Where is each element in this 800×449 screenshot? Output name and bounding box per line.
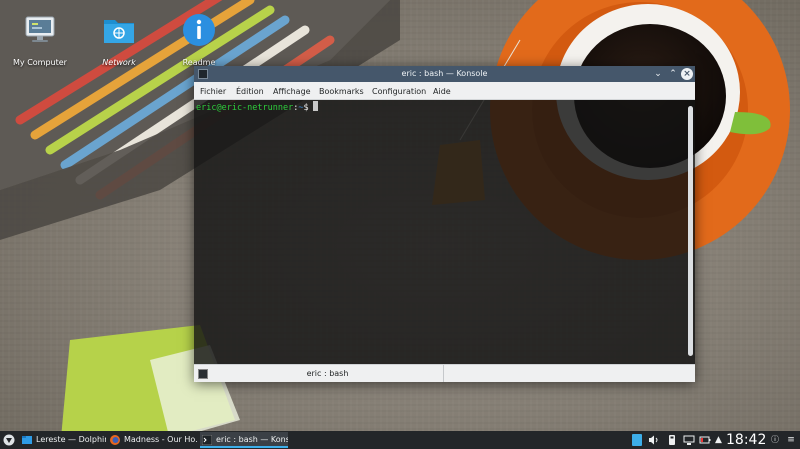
show-hidden-icons-arrow-icon[interactable]: ▲ <box>714 434 723 446</box>
menu-fichier[interactable]: Fichier <box>200 87 226 97</box>
close-button[interactable]: × <box>681 68 693 80</box>
tab-bar: eric : bash <box>194 364 695 382</box>
task-konsole[interactable]: eric : bash — Kons... <box>200 432 288 448</box>
desktop-icon-label: Network <box>102 58 136 67</box>
konsole-window[interactable]: eric : bash — Konsole ⌄ ⌃ × Fichier Édit… <box>194 66 695 382</box>
menu-edition[interactable]: Édition <box>236 87 264 97</box>
clipboard-icon[interactable] <box>632 434 642 446</box>
chevron-down-icon: ⌄ <box>654 69 662 79</box>
menu-bookmarks[interactable]: Bookmarks <box>319 87 364 97</box>
task-label: Lereste — Dolphin <box>36 435 106 444</box>
menu-configuration[interactable]: Configuration <box>372 87 426 97</box>
device-notifier-icon[interactable] <box>667 434 677 446</box>
terminal-icon <box>198 369 208 379</box>
task-label: eric : bash — Kons... <box>216 435 288 444</box>
tab-bash[interactable]: eric : bash <box>212 365 444 382</box>
battery-icon[interactable] <box>699 434 711 446</box>
chevron-up-icon: ⌃ <box>669 69 677 79</box>
window-titlebar[interactable]: eric : bash — Konsole ⌄ ⌃ × <box>194 66 695 82</box>
desktop-icon-readme[interactable]: Readme <box>166 12 232 67</box>
network-icon[interactable] <box>683 434 695 446</box>
computer-icon <box>25 16 55 42</box>
close-icon: × <box>683 69 691 79</box>
prompt-symbol: $ <box>303 103 309 113</box>
desktop-icon-label: My Computer <box>13 58 67 67</box>
notifications-icon[interactable]: ⓘ <box>770 434 780 446</box>
desktop-icon-network[interactable]: Network <box>86 12 152 67</box>
network-folder-icon <box>104 20 134 43</box>
menu-affichage[interactable]: Affichage <box>273 87 311 97</box>
task-firefox[interactable]: Madness - Our Ho... <box>108 432 198 448</box>
konsole-icon <box>202 435 212 445</box>
prompt-line: eric@eric-netrunner:~$ <box>196 101 318 114</box>
minimize-button[interactable]: ⌄ <box>652 68 664 80</box>
maximize-button[interactable]: ⌃ <box>667 68 679 80</box>
menu-bar: Fichier Édition Affichage Bookmarks Conf… <box>194 82 695 100</box>
menu-aide[interactable]: Aide <box>433 87 451 97</box>
task-label: Madness - Our Ho... <box>124 435 198 444</box>
prompt-user-host: eric@eric-netrunner <box>196 103 294 113</box>
dolphin-icon <box>22 436 32 444</box>
clock[interactable]: 18:42 <box>726 431 766 449</box>
application-launcher-button[interactable] <box>3 434 15 446</box>
volume-icon[interactable] <box>648 434 660 446</box>
taskbar: Lereste — Dolphin Madness - Our Ho... er… <box>0 431 800 449</box>
task-dolphin[interactable]: Lereste — Dolphin <box>20 432 106 448</box>
netrunner-logo-icon <box>3 434 15 446</box>
text-cursor <box>312 101 318 111</box>
panel-menu-icon[interactable]: ≡ <box>786 434 796 446</box>
info-icon <box>183 14 215 46</box>
desktop-icon-my-computer[interactable]: My Computer <box>7 12 73 67</box>
window-title: eric : bash — Konsole <box>401 69 488 78</box>
terminal-area[interactable]: eric@eric-netrunner:~$ <box>194 100 695 364</box>
scrollbar[interactable] <box>688 106 693 356</box>
firefox-icon <box>110 435 120 445</box>
